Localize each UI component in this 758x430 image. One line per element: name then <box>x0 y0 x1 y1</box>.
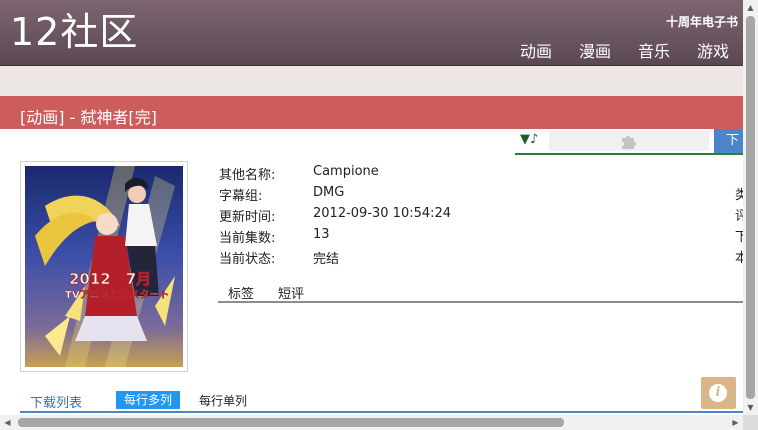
scroll-right-arrow-icon[interactable]: ▶ <box>728 415 743 430</box>
info-value-alias: Campione <box>313 164 379 179</box>
info-value-updated: 2012-09-30 10:54:24 <box>313 206 452 221</box>
site-logo[interactable]: 12社区 <box>10 12 138 52</box>
poster-caption-line: TVアニメ放送スタート <box>65 288 169 301</box>
right-label-this: 本 <box>735 251 743 266</box>
scroll-up-arrow-icon[interactable]: ▲ <box>743 0 758 15</box>
nav-item-games[interactable]: 游戏 <box>697 38 729 62</box>
anime-poster[interactable]: 2012年7月 TVアニメ放送スタート <box>20 161 188 372</box>
puzzle-piece-icon <box>622 136 636 149</box>
poster-image: 2012年7月 TVアニメ放送スタート <box>25 166 183 367</box>
right-label-rating: 评 <box>735 209 743 224</box>
info-value-episodes: 13 <box>313 227 330 242</box>
horizontal-scroll-thumb[interactable] <box>18 418 564 427</box>
info-button[interactable]: i <box>701 377 736 409</box>
main-nav: 动画 漫画 音乐 游戏 <box>520 38 729 62</box>
site-header: 12社区 十周年电子书 动画 漫画 音乐 游戏 <box>0 0 743 66</box>
vertical-scroll-thumb[interactable] <box>746 16 755 399</box>
nav-item-anime[interactable]: 动画 <box>520 38 552 62</box>
page: 12社区 十周年电子书 动画 漫画 音乐 游戏 [动画] - 弑神者[完] ▼♪… <box>0 0 743 415</box>
nav-item-music[interactable]: 音乐 <box>638 38 670 62</box>
download-list-tabs: 下载列表 每行多列 每行单列 <box>20 389 743 413</box>
info-value-status: 完结 <box>313 252 340 267</box>
right-label-category: 类 <box>735 188 743 203</box>
poster-caption-year: 2012年7月 <box>69 270 151 288</box>
nav-item-manga[interactable]: 漫画 <box>579 38 611 62</box>
info-key-updated: 更新时间: <box>219 210 276 225</box>
info-icon: i <box>709 384 727 402</box>
info-value-subgroup[interactable]: DMG <box>313 185 344 200</box>
info-key-status: 当前状态: <box>219 252 276 267</box>
info-key-episodes: 当前集数: <box>219 231 276 246</box>
download-button[interactable]: 下 <box>714 129 743 153</box>
info-key-alias: 其他名称: <box>219 168 276 183</box>
single-column-tab[interactable]: 每行单列 <box>199 392 247 409</box>
title-bar: [动画] - 弑神者[完] <box>0 96 743 129</box>
tab-short-review[interactable]: 短评 <box>278 283 304 302</box>
scroll-down-arrow-icon[interactable]: ▼ <box>743 400 758 415</box>
info-key-subgroup: 字幕组: <box>219 189 263 204</box>
tag-tabs: 标签 短评 <box>218 281 743 303</box>
vertical-scrollbar[interactable]: ▲ ▼ <box>743 0 758 415</box>
tab-tags[interactable]: 标签 <box>228 283 254 302</box>
multi-column-tab[interactable]: 每行多列 <box>116 391 181 409</box>
header-spacer-band <box>0 66 743 96</box>
scrollbar-corner <box>743 415 758 430</box>
music-toggle[interactable]: ▼♪ <box>520 132 538 147</box>
horizontal-scrollbar[interactable]: ◀ ▶ <box>0 415 743 430</box>
right-column-labels: 类 评 下 本 <box>735 185 743 269</box>
page-title: [动画] - 弑神者[完] <box>20 108 157 127</box>
plugin-area[interactable] <box>549 131 709 151</box>
download-list-title: 下载列表 <box>30 396 83 411</box>
anniversary-ebook-link[interactable]: 十周年电子书 <box>666 13 738 30</box>
download-toolbar: ▼♪ 下 <box>515 129 743 155</box>
right-label-download: 下 <box>735 230 743 245</box>
scroll-left-arrow-icon[interactable]: ◀ <box>0 415 15 430</box>
